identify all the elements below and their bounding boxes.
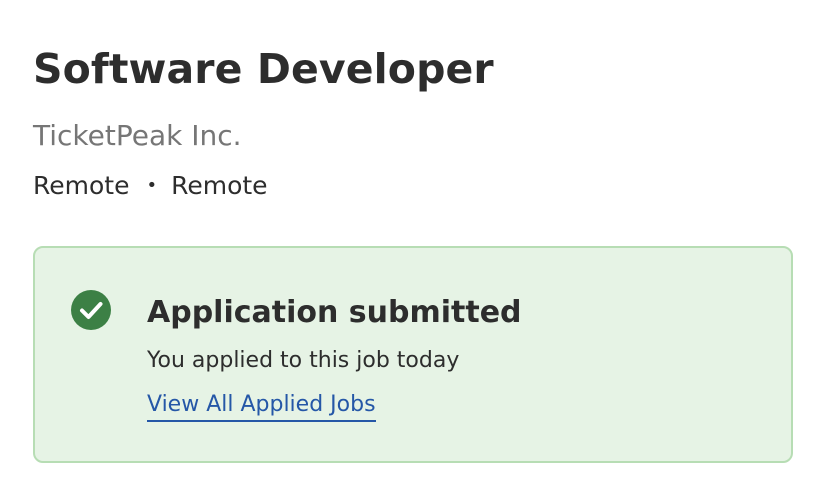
job-location: Remote — [33, 171, 130, 200]
location-separator: • — [146, 175, 158, 196]
job-work-type: Remote — [171, 171, 268, 200]
status-title: Application submitted — [147, 295, 522, 330]
application-status-card: Application submitted You applied to thi… — [33, 246, 793, 463]
status-subtitle: You applied to this job today — [147, 348, 460, 373]
job-location-line: Remote • Remote — [33, 168, 268, 204]
job-title: Software Developer — [33, 45, 494, 93]
company-name: TicketPeak Inc. — [33, 119, 242, 152]
view-applied-jobs-link[interactable]: View All Applied Jobs — [147, 390, 376, 422]
job-header-page: Software Developer TicketPeak Inc. Remot… — [0, 0, 828, 478]
check-circle-icon — [71, 290, 111, 330]
